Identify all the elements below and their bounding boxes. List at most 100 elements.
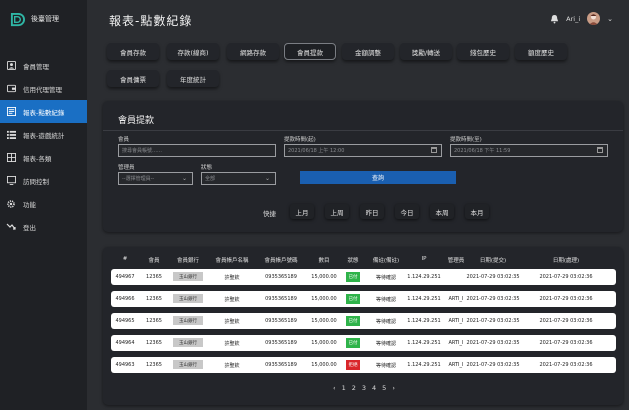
pager-page[interactable]: 3: [362, 384, 366, 392]
calendar-icon[interactable]: [597, 147, 603, 153]
pager-page[interactable]: 1: [342, 384, 346, 392]
sidebar-item-report-misc[interactable]: 報表-各類: [0, 146, 87, 169]
column-header: IP: [421, 256, 427, 262]
table-cell: 1.124.29.251: [407, 296, 441, 302]
table-row[interactable]: 494964 12365 玉山銀行 許聖欽 0935365189 15,000.00 已付 等…: [111, 335, 616, 351]
chevron-down-icon[interactable]: ⌄: [607, 15, 613, 23]
bank-chip: 玉山銀行: [173, 360, 203, 369]
tab-member-withdraw[interactable]: 會員提款: [284, 43, 336, 60]
table-row[interactable]: 494966 12365 玉山銀行 許聖欽 0935365189 15,000.00 已付 等…: [111, 291, 616, 307]
tab-label: 會員存款: [120, 48, 146, 57]
table-cell: 0935365189: [265, 296, 297, 302]
wallet-icon: [6, 84, 16, 94]
table-cell: 0935365189: [265, 340, 297, 346]
table-cell: 等待確認: [375, 319, 397, 325]
quick-last-week-button[interactable]: 上周: [325, 204, 349, 219]
sidebar-item-report-games[interactable]: 報表-遊戲統計: [0, 123, 87, 146]
sidebar-item-logout[interactable]: 登出: [0, 215, 87, 238]
sidebar-item-members[interactable]: 會員管理: [0, 54, 87, 77]
pager-next[interactable]: ›: [392, 384, 395, 392]
table-cell: 15,000.00: [311, 340, 337, 346]
quick-last-month-button[interactable]: 上月: [290, 204, 314, 219]
monitor-icon: [6, 176, 16, 186]
chevron-down-icon: ⌄: [181, 175, 187, 182]
main-area: 報表-點數紀錄 Ari_i ⌄ 會員存款 存款(線商) 網路存款 會員提款 金額…: [87, 0, 629, 410]
table-cell: 2021-07-29 03:02:36: [539, 296, 593, 302]
sidebar-item-functions[interactable]: 功能: [0, 192, 87, 215]
quick-today-button[interactable]: 今日: [395, 204, 419, 219]
table-cell: ARTI_I: [448, 362, 464, 368]
table-cell: 等待確認: [375, 341, 397, 347]
start-time-input[interactable]: 2021/06/18 上午 12:00: [284, 144, 442, 157]
column-header: 會員銀行: [176, 258, 200, 264]
filter-divider: [103, 130, 623, 131]
bank-chip: 玉山銀行: [173, 338, 203, 347]
table-cell: 12365: [146, 296, 162, 302]
quick-this-week-button[interactable]: 本周: [430, 204, 454, 219]
tab-annual-stats[interactable]: 年度統計: [167, 70, 219, 87]
tab-label: 會員提款: [297, 48, 323, 57]
tab-online-deposit[interactable]: 網路存款: [227, 43, 279, 60]
tab-reward-transfer[interactable]: 獎勵/轉送: [400, 43, 452, 60]
quick-button-label: 昨日: [365, 208, 379, 217]
bell-icon[interactable]: [550, 14, 559, 24]
column-header: 日期(提交): [479, 258, 507, 264]
end-time-input[interactable]: 2021/06/18 下午 11:59: [450, 144, 608, 157]
pager-page[interactable]: 4: [372, 384, 376, 392]
sidebar-item-access-control[interactable]: 訪問控制: [0, 169, 87, 192]
column-header: 會員: [148, 258, 160, 264]
table-row[interactable]: 494965 12365 玉山銀行 許聖欽 0935365189 15,000.00 已付 等…: [111, 313, 616, 329]
member-search-input[interactable]: 搜尋會員帳號……: [118, 144, 276, 157]
table-row[interactable]: 494967 12365 玉山銀行 許聖欽 0935365189 15,000.00 已付 等…: [111, 269, 616, 285]
status-select[interactable]: 全部 ⌄: [201, 172, 276, 185]
table-row[interactable]: 494963 12365 玉山銀行 許聖欽 0935365189 15,000.00 拒絕 等…: [111, 357, 616, 373]
list-icon: [6, 130, 16, 140]
tab-wallet-history[interactable]: 錢包歷史: [457, 43, 509, 60]
tab-member-deposit[interactable]: 會員存款: [107, 43, 159, 60]
brand-title: 後臺管理: [31, 15, 59, 23]
manager-select[interactable]: --選擇管理員-- ⌄: [118, 172, 193, 185]
end-time-label: 提款時間(至): [450, 137, 482, 143]
table-card: # 會員 會員銀行 會員帳戶名稱 會員帳戶號碼 數目 狀態 備註(備註) IP 管理員 日期(提交)…: [103, 247, 623, 405]
quick-yesterday-button[interactable]: 昨日: [360, 204, 384, 219]
sidebar-nav: 會員管理 信用代理管理 報表-點數紀錄 報表-遊戲統計 報表-各類 訪問控制 功…: [0, 54, 87, 238]
quick-this-month-button[interactable]: 本月: [465, 204, 489, 219]
table-cell: 12365: [146, 340, 162, 346]
sidebar-item-label: 會員管理: [23, 62, 49, 71]
table-cell: 2021-07-29 03:02:36: [539, 274, 593, 280]
table-cell: 等待確認: [375, 297, 397, 303]
pager-page[interactable]: 5: [382, 384, 386, 392]
sidebar-item-report-points[interactable]: 報表-點數紀錄: [0, 100, 87, 123]
table-cell: 12365: [146, 362, 162, 368]
pager-prev[interactable]: ‹: [333, 384, 336, 392]
pager-page[interactable]: 2: [352, 384, 356, 392]
start-time-label: 提款時間(起): [284, 137, 316, 143]
tab-amount-adjust[interactable]: 金額調整: [342, 43, 394, 60]
header-user-area: Ari_i ⌄: [550, 12, 613, 25]
table-cell: 494963: [115, 362, 135, 368]
tab-label: 獎勵/轉送: [411, 48, 441, 57]
tab-member-commission[interactable]: 會員傭票: [107, 70, 159, 87]
bank-chip: 玉山銀行: [173, 272, 203, 281]
tab-label: 存款(線商): [177, 48, 209, 57]
status-badge: 已付: [346, 294, 360, 304]
tab-credit-history[interactable]: 額度歷史: [515, 43, 567, 60]
status-badge: 已付: [346, 272, 360, 282]
table-cell: ARTI_I: [448, 318, 464, 324]
username[interactable]: Ari_i: [566, 15, 580, 23]
query-button[interactable]: 查詢: [300, 171, 456, 184]
chevron-down-icon: ⌄: [264, 175, 270, 182]
sidebar-item-credit-agent[interactable]: 信用代理管理: [0, 77, 87, 100]
table-cell: 494967: [115, 274, 135, 280]
status-label: 狀態: [201, 165, 213, 171]
sidebar-item-label: 報表-各類: [23, 154, 52, 163]
column-header: 會員帳戶名稱: [215, 258, 249, 264]
tab-deposit-offline[interactable]: 存款(線商): [167, 43, 219, 60]
bank-chip: 玉山銀行: [173, 316, 203, 325]
table-cell: 2021-07-29 03:02:35: [466, 296, 520, 302]
pagination: ‹ 1 2 3 4 5 ›: [333, 384, 395, 392]
avatar[interactable]: [587, 12, 601, 25]
calendar-icon[interactable]: [431, 147, 437, 153]
tab-label: 額度歷史: [528, 48, 554, 57]
filter-card: 會員提款 會員 搜尋會員帳號…… 提款時間(起) 2021/06/18 上午 1…: [103, 101, 623, 232]
